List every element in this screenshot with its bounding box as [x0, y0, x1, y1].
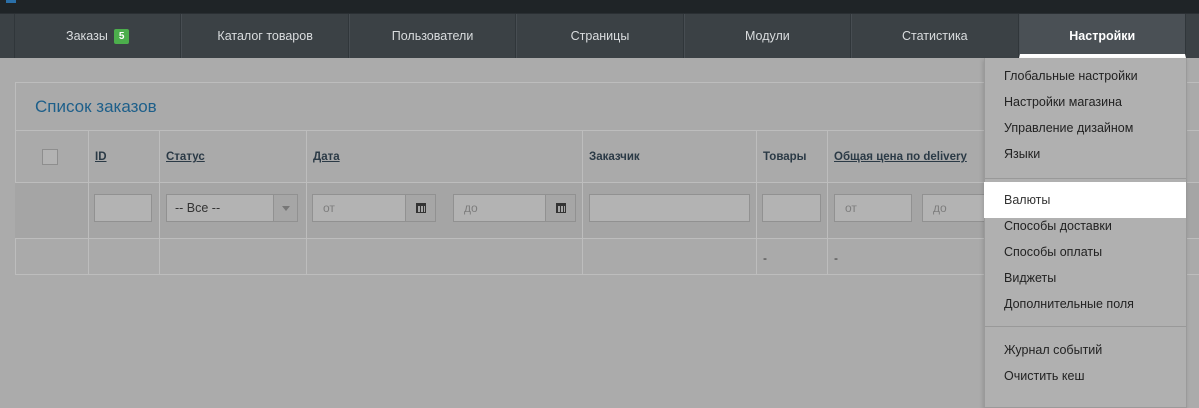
nav-settings[interactable]: Настройки	[1018, 14, 1186, 58]
filter-status-cell: -- Все --	[159, 183, 306, 238]
nav-modules[interactable]: Модули	[683, 14, 852, 58]
col-date[interactable]: Дата	[306, 131, 582, 182]
totals-empty-cell	[15, 239, 88, 274]
filter-price-from-input[interactable]: от	[834, 194, 912, 222]
totals-status-cell	[159, 239, 306, 274]
filter-empty-cell	[15, 183, 88, 238]
filter-date-from-input[interactable]: от	[312, 194, 406, 222]
col-status-label[interactable]: Статус	[166, 151, 205, 163]
filter-id-input[interactable]	[94, 194, 152, 222]
nav-users[interactable]: Пользователи	[348, 14, 517, 58]
col-id-label[interactable]: ID	[95, 151, 107, 163]
totals-customer-cell	[582, 239, 756, 274]
filter-id-cell	[88, 183, 159, 238]
nav-pages-label: Страницы	[570, 29, 630, 43]
menu-shop-settings[interactable]: Настройки магазина	[985, 89, 1186, 115]
nav-settings-label: Настройки	[1069, 29, 1136, 43]
nav-pages[interactable]: Страницы	[516, 14, 684, 58]
filter-status-select[interactable]: -- Все --	[166, 194, 298, 222]
nav-catalog[interactable]: Каталог товаров	[181, 14, 349, 58]
col-total-price-label[interactable]: Общая цена по delivery	[834, 151, 967, 163]
col-id[interactable]: ID	[88, 131, 159, 182]
top-strip	[0, 0, 1199, 14]
filter-status-value: -- Все --	[175, 201, 221, 215]
filter-date-cell: от до	[306, 183, 582, 238]
menu-widgets[interactable]: Виджеты	[985, 265, 1186, 291]
settings-dropdown-menu: Глобальные настройки Настройки магазина …	[984, 58, 1187, 408]
filter-products-input[interactable]	[762, 194, 821, 222]
date-from-picker-button[interactable]	[406, 194, 436, 222]
menu-clear-cache[interactable]: Очистить кеш	[985, 363, 1186, 389]
menu-additional-fields[interactable]: Дополнительные поля	[985, 291, 1186, 317]
nav-statistics-label: Статистика	[901, 29, 968, 43]
nav-statistics[interactable]: Статистика	[851, 14, 1019, 58]
menu-divider	[985, 326, 1186, 327]
main-navbar: Заказы 5 Каталог товаров Пользователи Ст…	[0, 14, 1199, 58]
menu-payment-methods[interactable]: Способы оплаты	[985, 239, 1186, 265]
menu-design-management[interactable]: Управление дизайном	[985, 115, 1186, 141]
menu-delivery-methods[interactable]: Способы доставки	[985, 213, 1186, 239]
chevron-down-icon[interactable]	[273, 195, 297, 221]
col-customer: Заказчик	[582, 131, 756, 182]
totals-price-value: -	[834, 251, 838, 265]
filter-products-cell	[756, 183, 827, 238]
menu-event-log[interactable]: Журнал событий	[985, 337, 1186, 363]
filter-date-to-input[interactable]: до	[453, 194, 546, 222]
totals-date-cell	[306, 239, 582, 274]
orders-count-badge: 5	[113, 28, 130, 44]
filter-customer-cell	[582, 183, 756, 238]
filter-customer-input[interactable]	[589, 194, 750, 222]
page-title: Список заказов	[35, 97, 157, 116]
totals-products-cell: -	[756, 239, 827, 274]
totals-id-cell	[88, 239, 159, 274]
nav-orders-label: Заказы	[66, 29, 108, 43]
menu-languages[interactable]: Языки	[985, 141, 1186, 167]
nav-users-label: Пользователи	[391, 29, 474, 43]
logo-fragment	[6, 0, 16, 3]
col-customer-label: Заказчик	[589, 151, 640, 163]
select-all-cell	[15, 131, 88, 182]
nav-orders[interactable]: Заказы 5	[14, 14, 182, 58]
col-status[interactable]: Статус	[159, 131, 306, 182]
menu-divider	[985, 178, 1186, 179]
col-products-label: Товары	[763, 151, 807, 163]
calendar-icon	[556, 203, 566, 213]
col-date-label[interactable]: Дата	[313, 151, 340, 163]
nav-modules-label: Модули	[745, 29, 790, 43]
select-all-checkbox[interactable]	[42, 149, 58, 165]
calendar-icon	[416, 203, 426, 213]
col-products: Товары	[756, 131, 827, 182]
date-to-picker-button[interactable]	[546, 194, 576, 222]
nav-catalog-label: Каталог товаров	[217, 29, 313, 43]
totals-products-value: -	[763, 251, 767, 265]
menu-global-settings[interactable]: Глобальные настройки	[985, 63, 1186, 89]
